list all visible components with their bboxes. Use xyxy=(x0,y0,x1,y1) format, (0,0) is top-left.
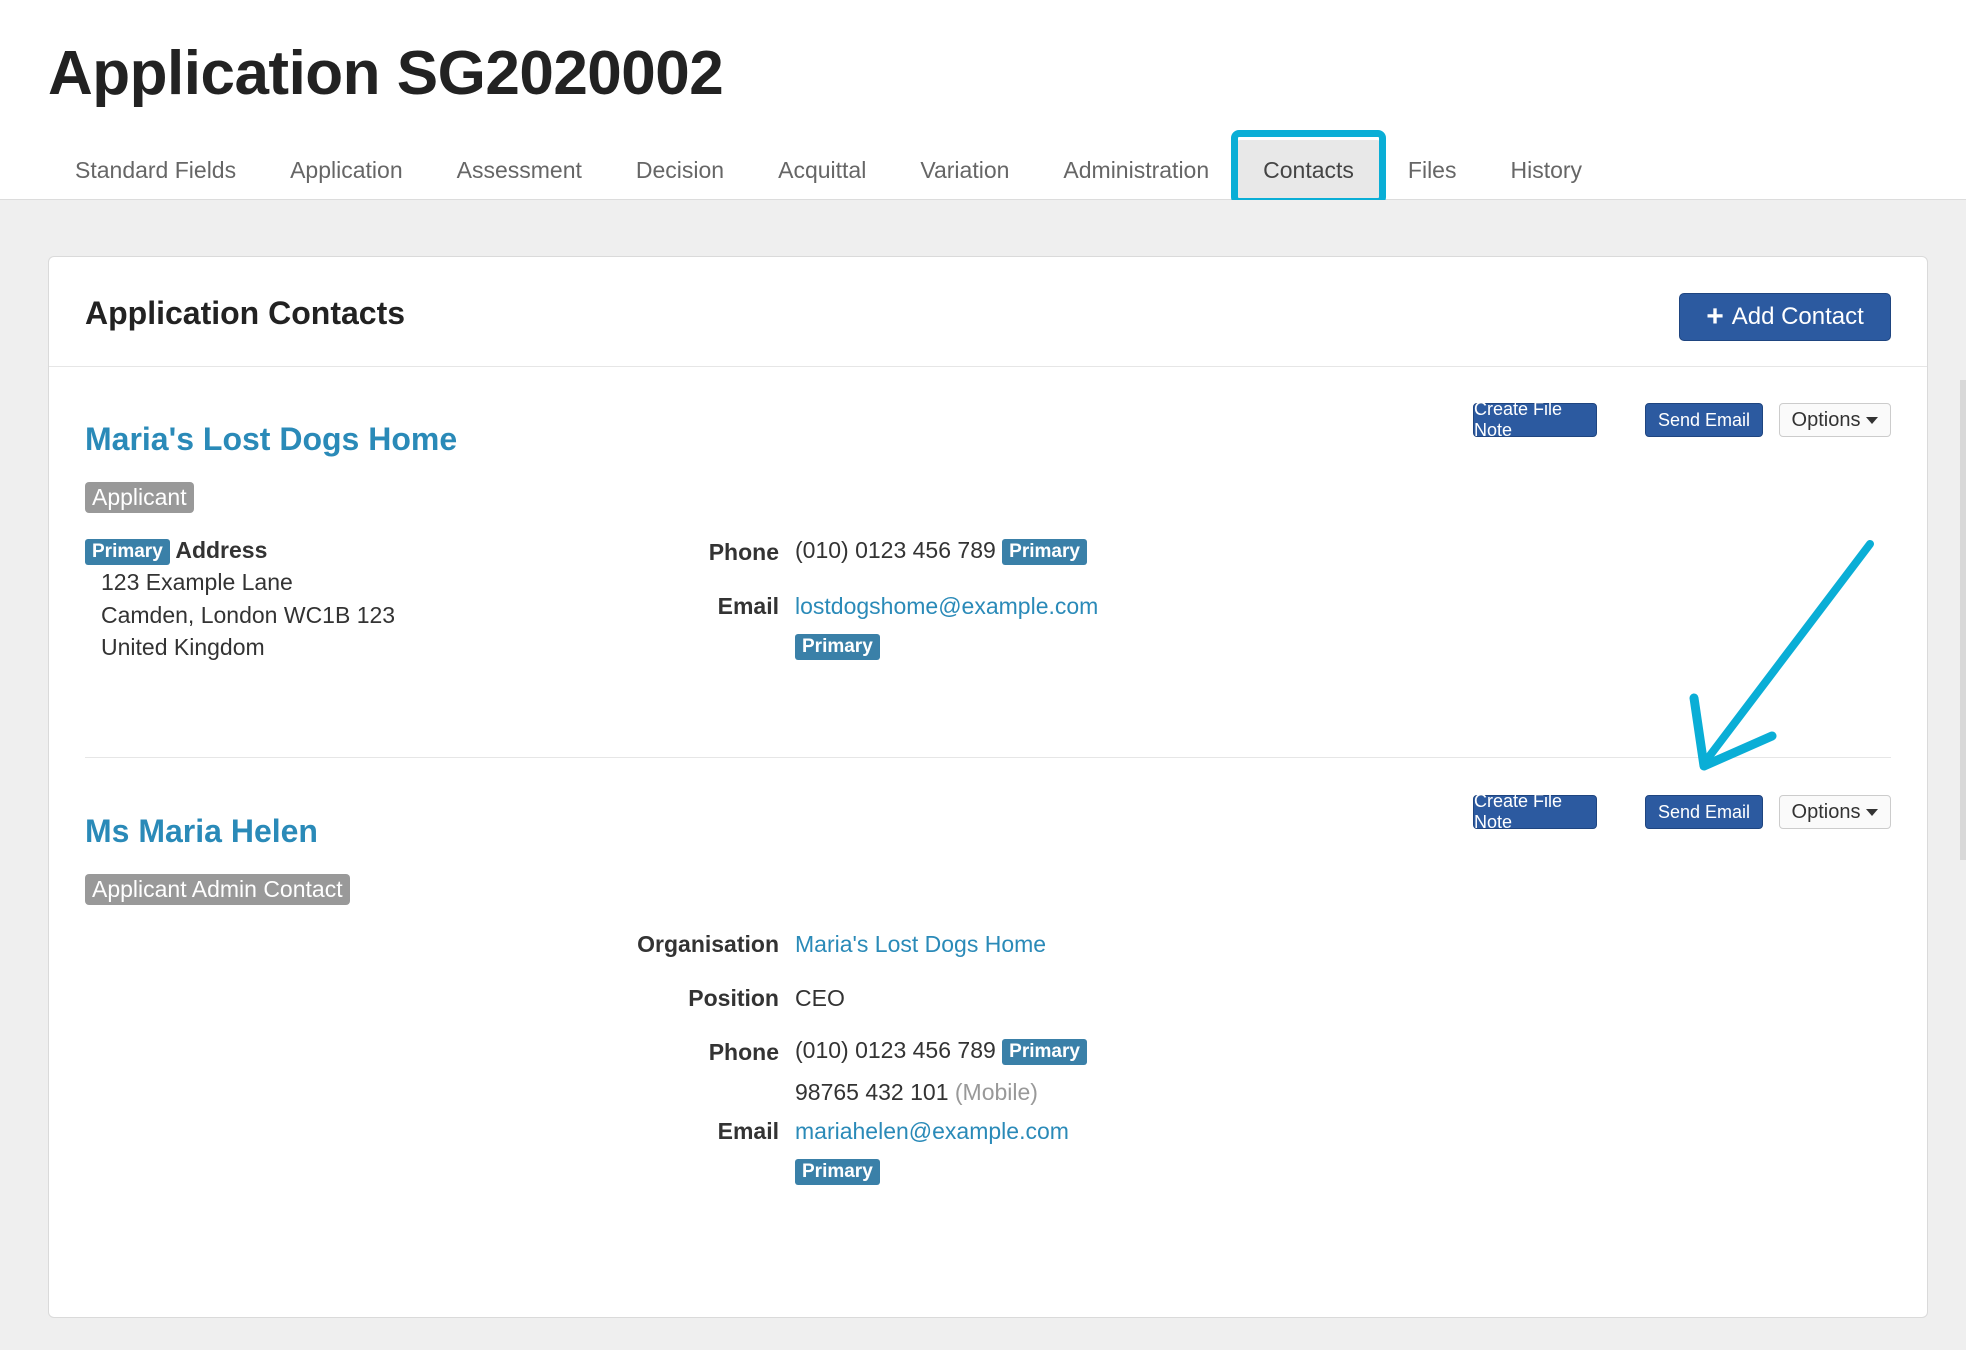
tab-decision[interactable]: Decision xyxy=(609,140,751,200)
address-line: Camden, London WC1B 123 xyxy=(101,602,396,628)
phone-label: Phone xyxy=(708,1039,779,1065)
organisation-link[interactable]: Maria's Lost Dogs Home xyxy=(795,931,1046,958)
page-header: Application SG2020002 Standard Fields Ap… xyxy=(0,0,1966,205)
position-value: CEO xyxy=(795,985,845,1011)
tab-variation[interactable]: Variation xyxy=(893,140,1036,200)
add-contact-label: Add Contact xyxy=(1731,303,1864,330)
tab-application[interactable]: Application xyxy=(263,140,430,200)
tab-contacts[interactable]: Contacts xyxy=(1236,140,1381,200)
caret-down-icon xyxy=(1866,808,1879,816)
email-label: Email xyxy=(717,593,779,619)
tab-history[interactable]: History xyxy=(1483,140,1609,200)
options-dropdown[interactable]: Options xyxy=(1779,403,1891,437)
primary-badge: Primary xyxy=(795,634,880,660)
address-line: 123 Example Lane xyxy=(101,569,293,595)
primary-badge: Primary xyxy=(1002,538,1087,565)
mobile-value: 98765 432 101 (Mobile) xyxy=(795,1079,1038,1106)
contact-name[interactable]: Ms Maria Helen xyxy=(85,813,318,850)
tab-standard-fields[interactable]: Standard Fields xyxy=(48,140,263,200)
tab-acquittal[interactable]: Acquittal xyxy=(751,140,893,200)
primary-badge: Primary xyxy=(795,1159,880,1185)
phone-value: (010) 0123 456 789 Primary xyxy=(795,1037,1087,1065)
position-label: Position xyxy=(688,985,779,1011)
send-email-button[interactable]: Send Email xyxy=(1645,795,1763,829)
add-contact-button[interactable]: + Add Contact xyxy=(1679,293,1891,341)
tab-administration[interactable]: Administration xyxy=(1036,140,1236,200)
create-file-note-button[interactable]: Create File Note xyxy=(1473,791,1597,832)
address-line: United Kingdom xyxy=(101,634,265,660)
contacts-panel: Application Contacts + Add Contact Creat… xyxy=(48,256,1928,1318)
primary-badge: Primary xyxy=(1002,1038,1087,1065)
email-badge-wrap: Primary xyxy=(795,1159,880,1185)
page-title: Application SG2020002 xyxy=(48,39,724,108)
mobile-note: (Mobile) xyxy=(954,1079,1038,1105)
phone-value: (010) 0123 456 789 Primary xyxy=(795,537,1087,565)
scrollbar[interactable] xyxy=(1960,380,1966,860)
tab-files[interactable]: Files xyxy=(1381,140,1484,200)
email-link[interactable]: mariahelen@example.com xyxy=(795,1118,1069,1145)
primary-badge: Primary xyxy=(85,538,170,565)
panel-title: Application Contacts xyxy=(85,295,406,331)
phone-number: (010) 0123 456 789 xyxy=(795,537,996,563)
options-label: Options xyxy=(1791,800,1861,823)
options-dropdown[interactable]: Options xyxy=(1779,795,1891,829)
email-badge-wrap: Primary xyxy=(795,634,880,660)
address-label: Address xyxy=(175,537,268,563)
tab-contacts-wrapper: Contacts xyxy=(1231,130,1386,205)
caret-down-icon xyxy=(1866,416,1879,424)
email-link[interactable]: lostdogshome@example.com xyxy=(795,593,1098,620)
mobile-number: 98765 432 101 xyxy=(795,1079,949,1105)
send-email-button[interactable]: Send Email xyxy=(1645,403,1763,437)
contact-divider xyxy=(85,757,1891,758)
tab-bar: Standard Fields Application Assessment D… xyxy=(48,130,1609,205)
plus-icon: + xyxy=(1706,300,1724,333)
create-file-note-button[interactable]: Create File Note xyxy=(1473,399,1597,440)
phone-number: (010) 0123 456 789 xyxy=(795,1037,996,1063)
address-header: Primary Address xyxy=(85,537,267,565)
panel-header: Application Contacts + Add Contact xyxy=(49,257,1927,367)
organisation-label: Organisation xyxy=(637,931,779,957)
tab-assessment[interactable]: Assessment xyxy=(430,140,609,200)
contact-name[interactable]: Maria's Lost Dogs Home xyxy=(85,421,457,458)
email-label: Email xyxy=(717,1118,779,1144)
contact-role-label: Applicant xyxy=(85,482,194,513)
options-label: Options xyxy=(1791,408,1861,431)
phone-label: Phone xyxy=(708,539,779,565)
contact-role-label: Applicant Admin Contact xyxy=(85,874,350,905)
arrow-annotation-icon xyxy=(1689,540,1874,771)
